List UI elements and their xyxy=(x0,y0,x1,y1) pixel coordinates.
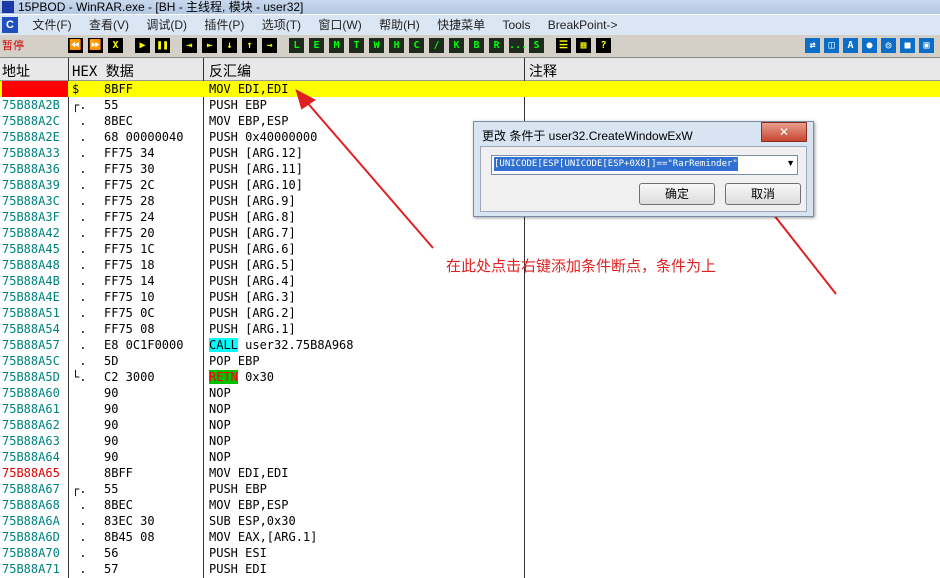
chevron-down-icon[interactable]: ▼ xyxy=(786,158,795,168)
condition-dialog: 更改 条件于 user32.CreateWindowExW ✕ [UNICODE… xyxy=(473,121,814,217)
dialog-title: 更改 条件于 user32.CreateWindowExW xyxy=(482,129,693,143)
ok-button[interactable]: 确定 xyxy=(639,183,715,205)
cancel-button[interactable]: 取消 xyxy=(725,183,801,205)
close-icon[interactable]: ✕ xyxy=(761,122,807,142)
dialog-body: [UNICODE[ESP[UNICODE[ESP+0X8]]=="RarRemi… xyxy=(480,146,807,212)
condition-combobox[interactable]: [UNICODE[ESP[UNICODE[ESP+0X8]]=="RarRemi… xyxy=(491,155,798,175)
condition-value[interactable]: [UNICODE[ESP[UNICODE[ESP+0X8]]=="RarRemi… xyxy=(494,157,738,171)
annotation-arrows xyxy=(295,89,837,295)
